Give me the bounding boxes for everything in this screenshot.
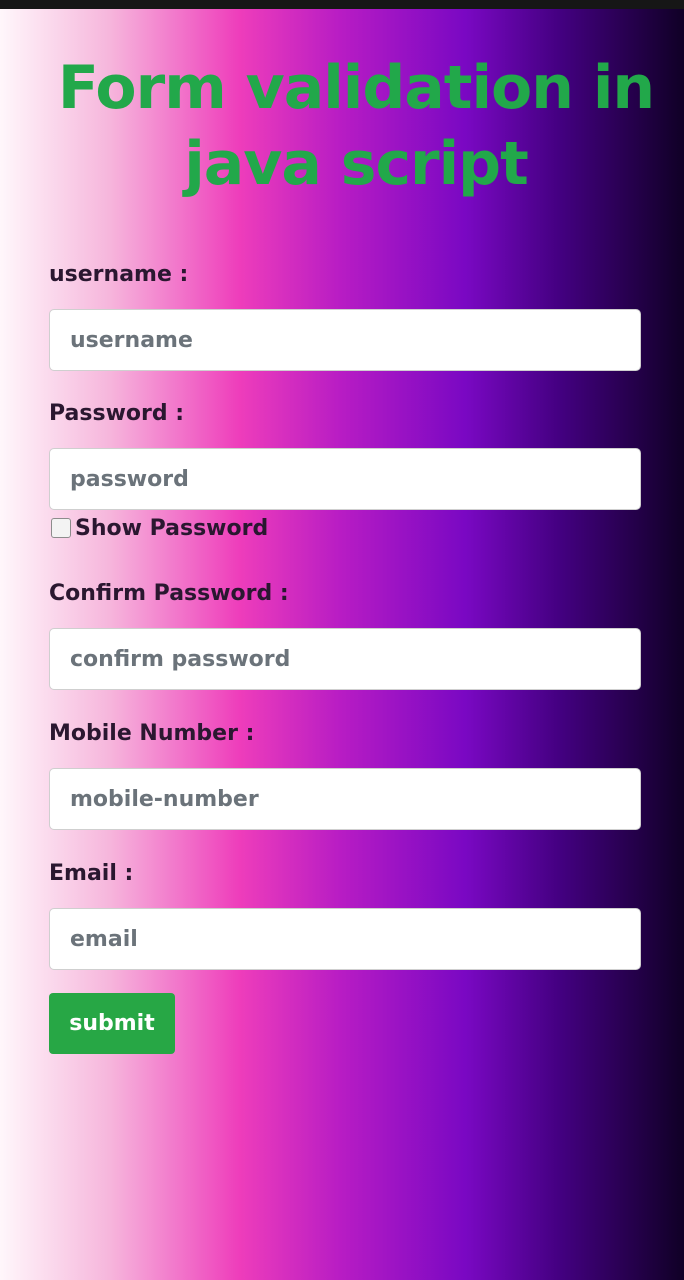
username-input[interactable] <box>49 309 641 371</box>
password-label: Password : <box>49 401 185 426</box>
username-group: username : <box>49 258 641 371</box>
show-password-row[interactable]: Show Password <box>49 513 268 543</box>
email-group: Email : <box>49 857 641 970</box>
mobile-number-input[interactable] <box>49 768 641 830</box>
email-label: Email : <box>49 861 134 886</box>
password-group: Password : <box>49 397 641 510</box>
confirm-password-input[interactable] <box>49 628 641 690</box>
mobile-number-group: Mobile Number : <box>49 717 641 830</box>
show-password-checkbox[interactable] <box>51 518 71 538</box>
username-label: username : <box>49 262 189 287</box>
page-title: Form validation in java script <box>57 53 655 199</box>
password-input[interactable] <box>49 448 641 510</box>
status-bar-strip <box>0 0 684 9</box>
email-input[interactable] <box>49 908 641 970</box>
confirm-password-label: Confirm Password : <box>49 581 289 606</box>
confirm-password-group: Confirm Password : <box>49 577 641 690</box>
mobile-number-label: Mobile Number : <box>49 721 255 746</box>
show-password-label[interactable]: Show Password <box>75 516 268 541</box>
submit-button[interactable]: submit <box>49 993 175 1054</box>
